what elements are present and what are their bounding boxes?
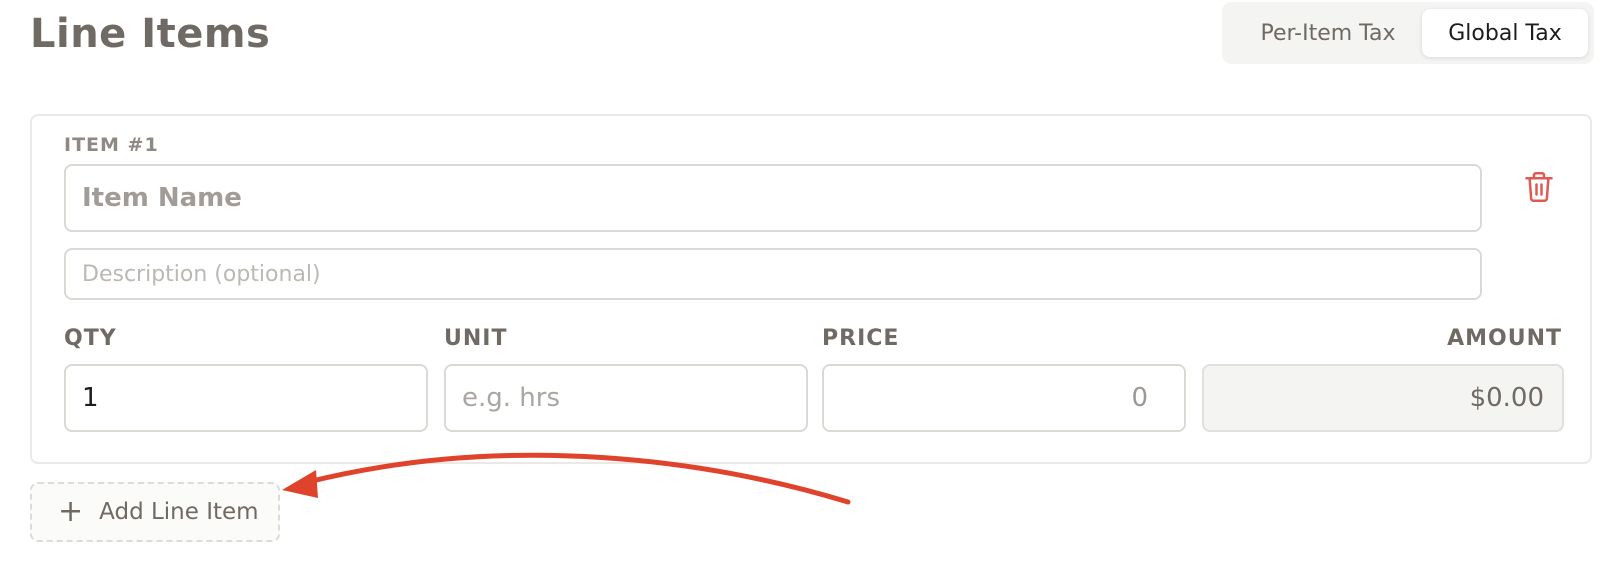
price-label: PRICE bbox=[822, 326, 900, 351]
unit-input[interactable] bbox=[444, 364, 808, 432]
item-number-label: ITEM #1 bbox=[64, 134, 159, 156]
plus-icon: + bbox=[58, 494, 84, 529]
amount-value: $0.00 bbox=[1202, 364, 1564, 432]
arrow-icon bbox=[282, 452, 851, 505]
qty-label: QTY bbox=[64, 326, 117, 351]
unit-label: UNIT bbox=[444, 326, 508, 351]
item-name-input[interactable] bbox=[64, 164, 1482, 232]
add-line-item-button[interactable]: + Add Line Item bbox=[30, 482, 280, 542]
line-items-page: Line Items Per-Item Tax Global Tax ITEM … bbox=[0, 0, 1622, 574]
amount-label: AMOUNT bbox=[1447, 326, 1562, 351]
add-line-item-label: Add Line Item bbox=[99, 499, 259, 525]
global-tax-option[interactable]: Global Tax bbox=[1422, 9, 1588, 57]
item-description-input[interactable] bbox=[64, 248, 1482, 300]
trash-icon[interactable] bbox=[1524, 170, 1554, 204]
page-title: Line Items bbox=[30, 11, 271, 57]
per-item-tax-option[interactable]: Per-Item Tax bbox=[1228, 9, 1428, 57]
qty-input[interactable] bbox=[64, 364, 428, 432]
tax-mode-toggle: Per-Item Tax Global Tax bbox=[1222, 2, 1594, 64]
price-input[interactable] bbox=[822, 364, 1186, 432]
